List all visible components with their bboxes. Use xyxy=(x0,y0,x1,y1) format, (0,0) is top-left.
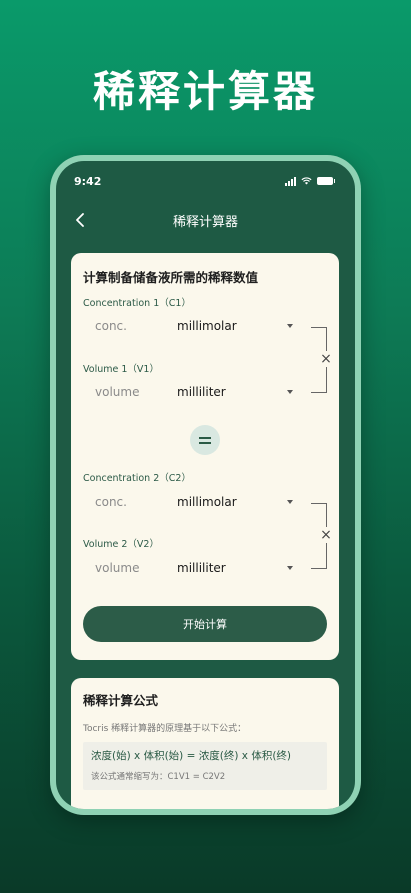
signal-icon xyxy=(285,176,296,186)
c2-unit-value: millimolar xyxy=(177,495,237,509)
formula-description: Tocris 稀释计算器的原理基于以下公式： xyxy=(83,724,247,734)
v2-input[interactable] xyxy=(83,553,177,583)
formula-title: 稀释计算公式 xyxy=(83,693,159,708)
c2-unit-select[interactable]: millimolar xyxy=(177,495,303,509)
v2-unit-select[interactable]: milliliter xyxy=(177,561,303,575)
caret-down-icon xyxy=(287,566,293,570)
battery-icon xyxy=(317,177,335,185)
back-button[interactable] xyxy=(70,210,90,230)
v1-unit-value: milliliter xyxy=(177,385,226,399)
calculate-button[interactable]: 开始计算 xyxy=(83,606,327,642)
wifi-icon xyxy=(301,177,312,185)
v2-label: Volume 2（V2） xyxy=(83,539,159,550)
v1-label: Volume 1（V1） xyxy=(83,364,159,375)
c1-unit-value: millimolar xyxy=(177,319,237,333)
c2-row: millimolar xyxy=(83,487,303,517)
formula-card: 稀释计算公式 Tocris 稀释计算器的原理基于以下公式： 浓度(始) x 体积… xyxy=(71,678,339,809)
phone-frame: 9:42 稀释计算器 计算制备储备液所需的稀释数值 Concentration … xyxy=(50,155,361,815)
v1-unit-select[interactable]: milliliter xyxy=(177,385,303,399)
v2-unit-value: milliliter xyxy=(177,561,226,575)
status-icons xyxy=(285,176,335,186)
nav-bar: 稀释计算器 xyxy=(56,201,355,239)
formula-equation: 浓度(始) x 体积(始) = 浓度(终) x 体积(终) xyxy=(91,750,292,762)
v1-row: milliliter xyxy=(83,377,303,407)
v1-input[interactable] xyxy=(83,377,177,407)
formula-box: 浓度(始) x 体积(始) = 浓度(终) x 体积(终) 该公式通常缩写为：C… xyxy=(83,742,327,790)
times-icon: × xyxy=(319,527,333,543)
v2-row: milliliter xyxy=(83,553,303,583)
calculator-card: 计算制备储备液所需的稀释数值 Concentration 1（C1） milli… xyxy=(71,253,339,660)
formula-note: 该公式通常缩写为：C1V1 = C2V2 xyxy=(91,772,226,782)
caret-down-icon xyxy=(287,390,293,394)
times-icon: × xyxy=(319,351,333,367)
status-bar: 9:42 xyxy=(56,161,355,201)
caret-down-icon xyxy=(287,324,293,328)
phone-screen: 9:42 稀释计算器 计算制备储备液所需的稀释数值 Concentration … xyxy=(56,161,355,809)
c1-row: millimolar xyxy=(83,311,303,341)
c2-label: Concentration 2（C2） xyxy=(83,473,191,484)
status-time: 9:42 xyxy=(74,174,102,188)
hero-title: 稀释计算器 xyxy=(92,67,318,116)
calculator-heading: 计算制备储备液所需的稀释数值 xyxy=(83,270,259,285)
c1-input[interactable] xyxy=(83,311,177,341)
nav-title: 稀释计算器 xyxy=(172,214,238,230)
equals-icon xyxy=(190,425,220,455)
c1-label: Concentration 1（C1） xyxy=(83,298,191,309)
c1-unit-select[interactable]: millimolar xyxy=(177,319,303,333)
chevron-left-icon xyxy=(76,213,84,227)
c2-input[interactable] xyxy=(83,487,177,517)
caret-down-icon xyxy=(287,500,293,504)
